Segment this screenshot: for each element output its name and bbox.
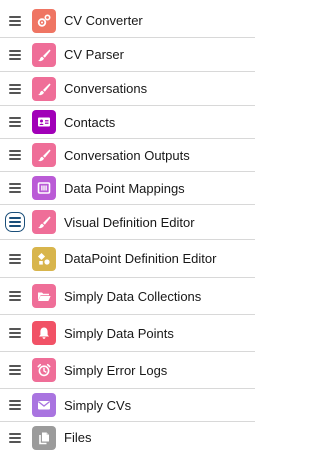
drag-handle-icon[interactable] (5, 112, 25, 132)
drag-handle-icon[interactable] (5, 79, 25, 99)
drag-handle-icon[interactable] (5, 428, 25, 448)
item-label: Conversations (64, 81, 148, 96)
list-item[interactable]: Simply Data Collections (0, 278, 255, 315)
list-item[interactable]: CV Converter (0, 4, 255, 38)
item-label: Data Point Mappings (64, 180, 185, 196)
drag-handle-icon[interactable] (5, 178, 25, 198)
drag-handle-icon[interactable] (5, 11, 25, 31)
brush-icon (32, 143, 56, 167)
list-item[interactable]: DataPoint Definition Editor (0, 240, 255, 278)
drag-handle-icon[interactable] (5, 395, 25, 415)
document-copy-icon (32, 425, 56, 450)
brush-icon (32, 76, 56, 101)
alarm-clock-icon (32, 358, 56, 382)
drag-handle-icon[interactable] (5, 45, 25, 65)
item-label: Simply Data Points (64, 325, 174, 341)
list-item[interactable]: Simply Error Logs (0, 352, 255, 389)
bell-icon (32, 321, 56, 345)
drag-handle-icon[interactable] (5, 249, 25, 269)
item-label: Conversation Outputs (64, 147, 190, 163)
drag-handle-icon[interactable] (5, 360, 25, 380)
list-item[interactable]: Data Point Mappings (0, 172, 255, 205)
list-item[interactable]: Files (0, 422, 255, 453)
folder-open-icon (32, 284, 56, 308)
list-item[interactable]: Visual Definition Editor (0, 205, 255, 240)
item-label: Visual Definition Editor (64, 214, 195, 230)
item-label: Simply Error Logs (64, 362, 168, 378)
columns-icon (32, 176, 56, 200)
item-label: CV Parser (64, 47, 124, 62)
item-label: Files (64, 430, 92, 445)
shapes-icon (32, 246, 56, 271)
app-list: CV Converter CV Parser Conversations Con… (0, 0, 257, 453)
drag-handle-icon[interactable] (5, 323, 25, 343)
list-item[interactable]: Conversation Outputs (0, 139, 255, 172)
gears-icon (32, 8, 56, 33)
brush-icon (32, 42, 56, 67)
item-label: Simply CVs (64, 397, 132, 413)
list-item[interactable]: Contacts (0, 106, 255, 139)
contact-card-icon (32, 110, 56, 134)
list-item[interactable]: Conversations (0, 72, 255, 106)
item-label: Simply Data Collections (64, 288, 202, 304)
brush-icon (32, 210, 56, 234)
item-label: CV Converter (64, 13, 143, 28)
list-item[interactable]: CV Parser (0, 38, 255, 72)
list-item[interactable]: Simply CVs (0, 389, 255, 422)
drag-handle-icon[interactable] (5, 212, 25, 232)
list-item[interactable]: Simply Data Points (0, 315, 255, 352)
item-label: Contacts (64, 114, 116, 130)
envelope-icon (32, 393, 56, 417)
drag-handle-icon[interactable] (5, 145, 25, 165)
drag-handle-icon[interactable] (5, 286, 25, 306)
item-label: DataPoint Definition Editor (64, 251, 217, 266)
